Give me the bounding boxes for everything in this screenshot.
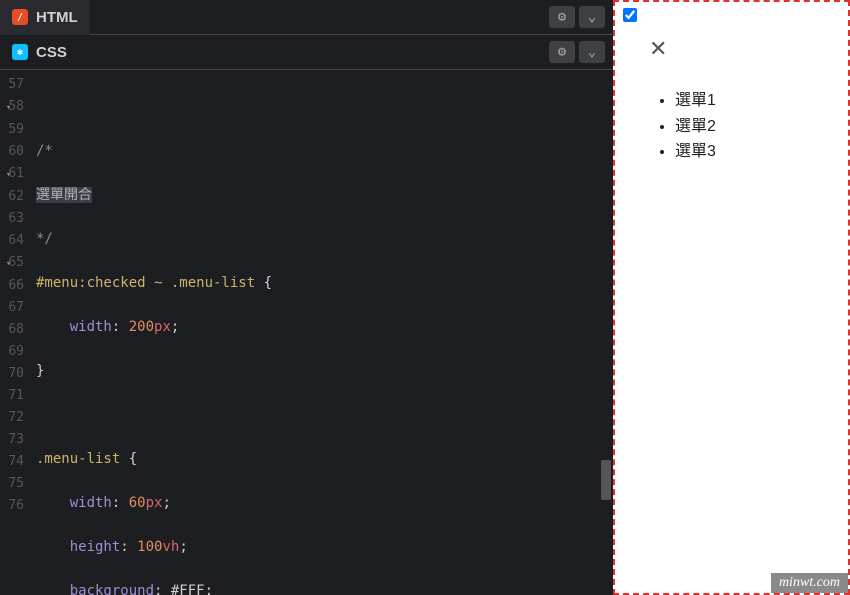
menu-item[interactable]: 選單2 [675,114,840,140]
line-number: 57 [0,74,30,96]
line-number: 70 [0,363,30,385]
line-number: 69 [0,341,30,363]
css-collapse-button[interactable]: ⌄ [579,41,605,63]
line-number: ▾65 [0,252,30,275]
line-number: 62 [0,186,30,208]
code-content[interactable]: /* 選單開合 */ #menu:checked ~ .menu-list { … [30,70,613,595]
line-number: 74 [0,451,30,473]
line-number: 75 [0,473,30,495]
menu-list: 選單1 選單2 選單3 [675,88,840,165]
line-number: ▾58 [0,96,30,119]
line-number: 76 [0,495,30,517]
css-tab-actions: ⚙ ⌄ [549,41,613,63]
scrollbar-thumb[interactable] [601,460,611,500]
line-gutter: 57 ▾58 59 60 ▾61 62 63 64 ▾65 66 67 68 6… [0,70,30,595]
gear-icon: ⚙ [558,44,566,60]
line-number: 73 [0,429,30,451]
chevron-down-icon: ⌄ [588,44,596,60]
menu-checkbox[interactable] [623,8,637,22]
close-icon[interactable]: ✕ [649,38,840,60]
html-tab-bar: / HTML ⚙ ⌄ [0,0,613,35]
line-number: 68 [0,319,30,341]
line-number: ▾61 [0,163,30,186]
line-number: 63 [0,208,30,230]
line-number: 72 [0,407,30,429]
editor-panel: / HTML ⚙ ⌄ ✱ CSS ⚙ ⌄ 57 ▾58 59 60 ▾61 62… [0,0,613,595]
html-file-icon: / [12,9,28,25]
tab-css-label: CSS [36,44,67,61]
html-collapse-button[interactable]: ⌄ [579,6,605,28]
html-tab-actions: ⚙ ⌄ [549,6,613,28]
code-area[interactable]: 57 ▾58 59 60 ▾61 62 63 64 ▾65 66 67 68 6… [0,70,613,595]
tab-html-label: HTML [36,9,78,26]
css-tab-bar: ✱ CSS ⚙ ⌄ [0,35,613,70]
tab-css[interactable]: ✱ CSS [0,35,79,70]
gear-icon: ⚙ [558,9,566,25]
line-number: 67 [0,297,30,319]
menu-item[interactable]: 選單1 [675,88,840,114]
watermark: minwt.com [771,573,848,593]
line-number: 64 [0,230,30,252]
tab-html[interactable]: / HTML [0,0,90,35]
preview-panel: ✕ 選單1 選單2 選單3 minwt.com [613,0,850,595]
css-settings-button[interactable]: ⚙ [549,41,575,63]
menu-item[interactable]: 選單3 [675,139,840,165]
scrollbar[interactable] [601,70,611,595]
chevron-down-icon: ⌄ [588,9,596,25]
line-number: 66 [0,275,30,297]
line-number: 71 [0,385,30,407]
css-file-icon: ✱ [12,44,28,60]
line-number: 59 [0,119,30,141]
line-number: 60 [0,141,30,163]
html-settings-button[interactable]: ⚙ [549,6,575,28]
